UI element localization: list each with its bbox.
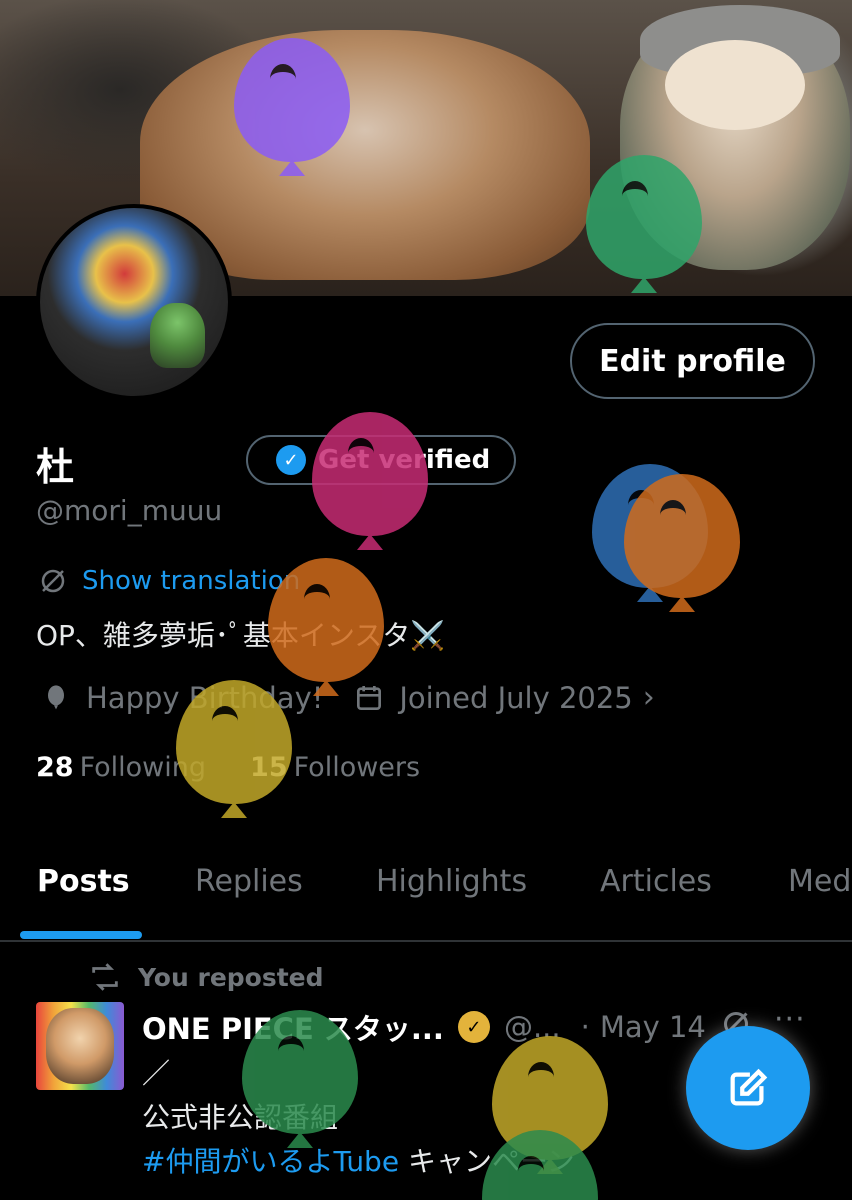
post-hashtag[interactable]: #仲間がいるよTube: [142, 1145, 399, 1178]
calendar-icon: [357, 685, 382, 710]
gold-verified-badge-icon: ✓: [457, 1011, 490, 1043]
tab-replies[interactable]: Replies: [195, 864, 303, 899]
post-date[interactable]: May 14: [600, 1010, 706, 1044]
avatar-figure: [150, 303, 205, 368]
edit-profile-button[interactable]: Edit profile: [570, 323, 815, 399]
show-translation-link[interactable]: Show translation: [38, 566, 300, 596]
profile-name: 杜: [36, 445, 75, 489]
profile-bio: OP、雑多夢垢･ﾟ基本インスタ⚔️: [36, 619, 446, 652]
compose-post-button[interactable]: [686, 1026, 810, 1150]
tab-posts[interactable]: Posts: [37, 864, 130, 899]
post-author-avatar[interactable]: [36, 1002, 124, 1090]
profile-avatar[interactable]: [36, 204, 232, 400]
birthday-balloon: [234, 38, 350, 162]
verified-badge-icon: ✓: [276, 445, 306, 475]
post-separator: ·: [580, 1010, 590, 1044]
profile-meta: Happy Birthday! Joined July 2025 ›: [40, 680, 655, 715]
compose-icon: [730, 1068, 768, 1106]
show-translation-label: Show translation: [82, 566, 301, 596]
birthday-balloon: [268, 558, 384, 682]
balloon-icon: [48, 684, 64, 709]
repost-label: You reposted: [138, 962, 324, 992]
birthday-balloon: [242, 1010, 358, 1134]
more-options-icon[interactable]: ···: [774, 1002, 806, 1037]
birthday-balloon: [624, 474, 740, 598]
chevron-right-icon: ›: [642, 680, 655, 715]
joined-text: Joined July 2025: [399, 680, 633, 715]
translate-icon: [41, 569, 65, 593]
birthday-balloon: [312, 412, 428, 536]
profile-tabs: Posts Replies Highlights Articles Med: [0, 840, 852, 942]
birthday-balloon: [586, 155, 702, 279]
followers-label: Followers: [293, 752, 421, 783]
repost-indicator: You reposted: [88, 960, 324, 994]
post-header: ONE PIECE スタッ... ✓ @... · May 14: [142, 1006, 706, 1048]
following-count: 28: [36, 752, 74, 783]
repost-icon: [92, 963, 118, 991]
tab-media[interactable]: Med: [788, 864, 851, 899]
banner-plush-face: [665, 40, 805, 130]
birthday-balloon: [176, 680, 292, 804]
active-tab-indicator: [20, 931, 142, 939]
joined-info[interactable]: Joined July 2025 ›: [353, 680, 655, 715]
post-avatar-image: [46, 1008, 114, 1084]
profile-handle: @mori_muuu: [36, 494, 223, 527]
tab-highlights[interactable]: Highlights: [376, 864, 527, 899]
tab-articles[interactable]: Articles: [600, 864, 712, 899]
post-text-line: ／: [142, 1057, 171, 1090]
